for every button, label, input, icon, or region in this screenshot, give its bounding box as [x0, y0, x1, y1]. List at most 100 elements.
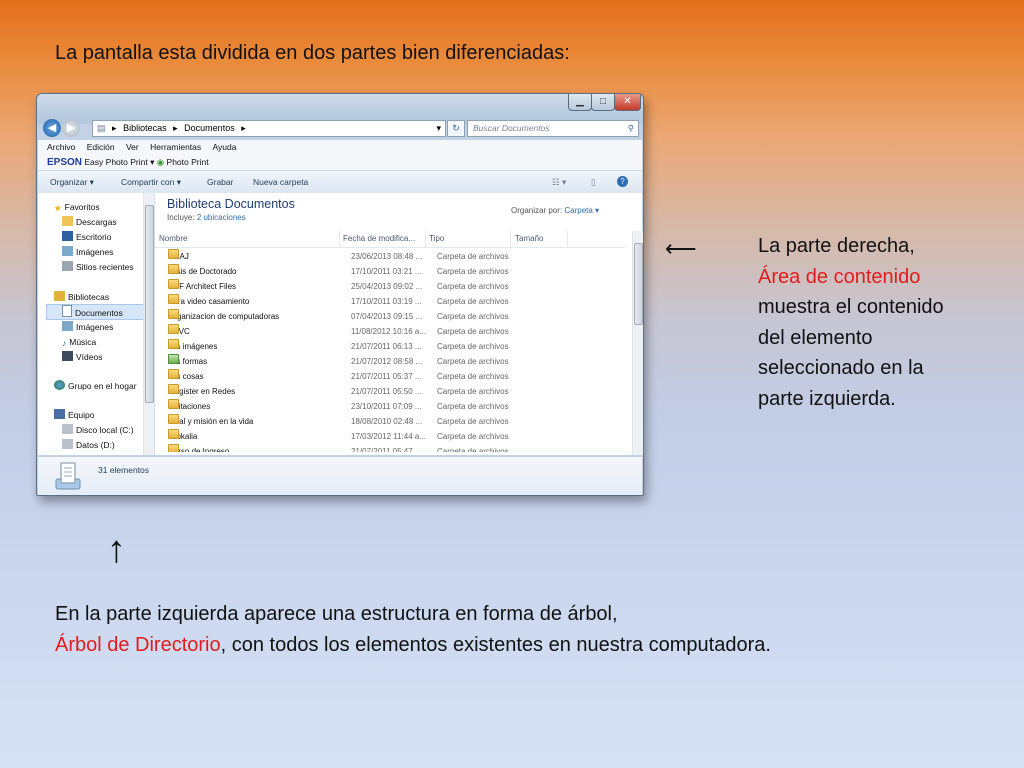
breadcrumb-documentos[interactable]: Documentos — [184, 123, 235, 133]
file-row[interactable]: Filokalia 17/03/2012 11:44 a... Carpeta de… — [155, 429, 625, 444]
column-type[interactable]: Tipo — [425, 231, 511, 247]
column-headers: Nombre Fecha de modifica... Tipo Tamaño — [155, 231, 625, 248]
directory-tree-note-pre: En la parte izquierda aparece una estruc… — [55, 603, 618, 625]
breadcrumb-sep: ▸ — [241, 123, 246, 133]
file-row[interactable]: MJVC 11/08/2012 10:16 a... Carpeta de arch… — [155, 324, 625, 339]
library-title: Biblioteca Documentos — [167, 197, 295, 211]
nav-documents[interactable]: Documentos — [46, 304, 158, 320]
file-name: Invitaciones — [168, 399, 210, 414]
file-date: 18/08/2010 02:48 ... — [351, 417, 423, 426]
file-row[interactable]: UNAJ 23/06/2013 08:48 ... Carpeta de archi… — [155, 249, 625, 264]
forward-arrow-icon[interactable]: ▶ — [62, 119, 80, 137]
nav-favorites[interactable]: ★ Favoritos — [54, 200, 100, 214]
address-bar[interactable]: ▤ ▸ Bibliotecas ▸ Documentos ▸ ▾ — [92, 120, 446, 137]
directory-tree-note-post: , con todos los elementos existentes en … — [220, 633, 771, 656]
file-row[interactable]: Para video casamiento 17/10/2011 03:19 ..… — [155, 294, 625, 309]
photo-print-button[interactable]: Photo Print — [167, 157, 209, 167]
column-size[interactable]: Tamaño — [511, 231, 568, 247]
address-row: ◀ ▶ ▤ ▸ Bibliotecas ▸ Documentos ▸ ▾ ↻ B… — [37, 118, 643, 138]
menu-ayuda[interactable]: Ayuda — [213, 142, 237, 152]
nav-images[interactable]: Imágenes — [62, 245, 113, 259]
menu-ver[interactable]: Ver — [126, 142, 139, 152]
homegroup-icon — [54, 380, 65, 390]
menu-herramientas[interactable]: Herramientas — [150, 142, 201, 152]
folder-icon — [168, 294, 179, 304]
new-folder-button[interactable]: Nueva carpeta — [253, 171, 308, 193]
nav-computer[interactable]: Equipo — [54, 408, 94, 422]
folder-icon — [168, 264, 179, 274]
nav-local-disk[interactable]: Disco local (C:) — [62, 423, 134, 437]
help-icon[interactable]: ? — [617, 176, 628, 187]
nav-music[interactable]: ♪ Música — [62, 335, 96, 349]
file-row[interactable]: Mis imágenes 21/07/2011 06:13 ... Carpeta … — [155, 339, 625, 354]
nav-downloads[interactable]: Descargas — [62, 215, 117, 229]
file-row[interactable]: Invitaciones 23/10/2011 07:09 ... Carpeta … — [155, 399, 625, 414]
content-scrollbar-thumb[interactable] — [634, 243, 643, 325]
item-count: 31 elementos — [98, 465, 150, 475]
title-bar[interactable]: ▁ □ ✕ — [37, 94, 643, 116]
file-row[interactable]: Magister en Redes 21/07/2011 05:50 ... Car… — [155, 384, 625, 399]
content-area-note-post: muestra el contenido del elemento selecc… — [758, 296, 944, 410]
search-icon[interactable]: ⚲ — [628, 121, 634, 136]
nav-data-disk[interactable]: Datos (D:) — [62, 438, 115, 452]
nav-desktop[interactable]: Escritorio — [62, 230, 111, 244]
column-name[interactable]: Nombre — [155, 231, 340, 247]
menu-edicion[interactable]: Edición — [87, 142, 115, 152]
file-row[interactable]: Ideal y misión en la vida 18/08/2010 02:4… — [155, 414, 625, 429]
chevron-down-icon[interactable]: ▾ — [436, 121, 441, 136]
share-button[interactable]: Compartir con ▾ — [121, 171, 181, 193]
file-row[interactable]: Curso de Ingreso 21/07/2011 05:47 ... Carp… — [155, 444, 625, 452]
folder-icon — [168, 384, 179, 394]
nav-lib-images[interactable]: Imágenes — [62, 320, 113, 334]
music-icon: ♪ — [62, 338, 67, 348]
nav-videos[interactable]: Vídeos — [62, 350, 102, 364]
nav-homegroup[interactable]: Grupo en el hogar — [54, 379, 137, 393]
maximize-button[interactable]: □ — [591, 94, 615, 111]
file-row[interactable]: Mis formas 21/07/2012 08:58 ... Carpeta de… — [155, 354, 625, 369]
view-options-icon[interactable]: ☷ ▾ — [552, 171, 566, 193]
file-type: Carpeta de archivos — [437, 252, 509, 261]
back-arrow-icon[interactable]: ◀ — [43, 119, 61, 137]
includes-link[interactable]: 2 ubicaciones — [197, 213, 246, 222]
breadcrumb-bibliotecas[interactable]: Bibliotecas — [123, 123, 167, 133]
nav-recent[interactable]: Sitios recientes — [62, 260, 134, 274]
folder-icon — [168, 414, 179, 424]
column-date[interactable]: Fecha de modifica... — [339, 231, 426, 247]
content-scrollbar[interactable] — [632, 231, 643, 455]
nav-label: Disco local (C:) — [76, 425, 134, 435]
easy-photo-print-button[interactable]: Easy Photo Print — [84, 157, 147, 167]
library-includes: Incluye: 2 ubicaciones — [167, 213, 246, 222]
preview-pane-icon[interactable]: ▯ — [591, 171, 596, 193]
chevron-down-icon[interactable]: ▾ — [150, 157, 154, 167]
burn-button[interactable]: Grabar — [207, 171, 233, 193]
search-input[interactable]: Buscar Documentos ⚲ — [467, 120, 639, 137]
nav-scrollbar-thumb[interactable] — [145, 205, 154, 403]
organize-button[interactable]: Organizar ▾ — [50, 171, 94, 193]
file-date: 23/10/2011 07:09 ... — [351, 402, 422, 411]
file-row[interactable]: Tesis de Doctorado 17/10/2011 03:21 ... Ca… — [155, 264, 625, 279]
file-row[interactable]: PDF Architect Files 25/04/2013 09:02 ... C… — [155, 279, 625, 294]
disk-icon — [62, 439, 73, 449]
nav-label: Descargas — [76, 217, 117, 227]
directory-tree-note: En la parte izquierda aparece una estruc… — [55, 599, 775, 660]
file-row[interactable]: Organizacion de computadoras 07/04/2013 0… — [155, 309, 625, 324]
file-type: Carpeta de archivos — [437, 342, 509, 351]
arrange-by: Organizar por: Carpeta ▾ — [511, 206, 599, 215]
nav-label: Bibliotecas — [68, 292, 110, 302]
nav-libraries[interactable]: Bibliotecas — [54, 290, 109, 304]
command-bar: Organizar ▾ Compartir con ▾ Grabar Nueva… — [38, 170, 642, 194]
nav-label: Imágenes — [76, 247, 114, 257]
refresh-icon[interactable]: ↻ — [447, 120, 465, 137]
nav-label: Música — [69, 337, 97, 347]
arrange-label: Organizar por: — [511, 206, 563, 215]
intro-text: La pantalla esta dividida en dos partes … — [55, 42, 570, 64]
folder-icon — [168, 369, 179, 379]
minimize-button[interactable]: ▁ — [568, 94, 592, 111]
menu-archivo[interactable]: Archivo — [47, 142, 75, 152]
breadcrumb-sep: ▸ — [112, 123, 117, 133]
close-button[interactable]: ✕ — [614, 94, 641, 111]
file-type: Carpeta de archivos — [437, 297, 509, 306]
nav-scrollbar[interactable] — [143, 193, 154, 455]
file-row[interactable]: Mis cosas 21/07/2011 05:37 ... Carpeta de … — [155, 369, 625, 384]
arrange-dropdown[interactable]: Carpeta ▾ — [564, 206, 599, 215]
